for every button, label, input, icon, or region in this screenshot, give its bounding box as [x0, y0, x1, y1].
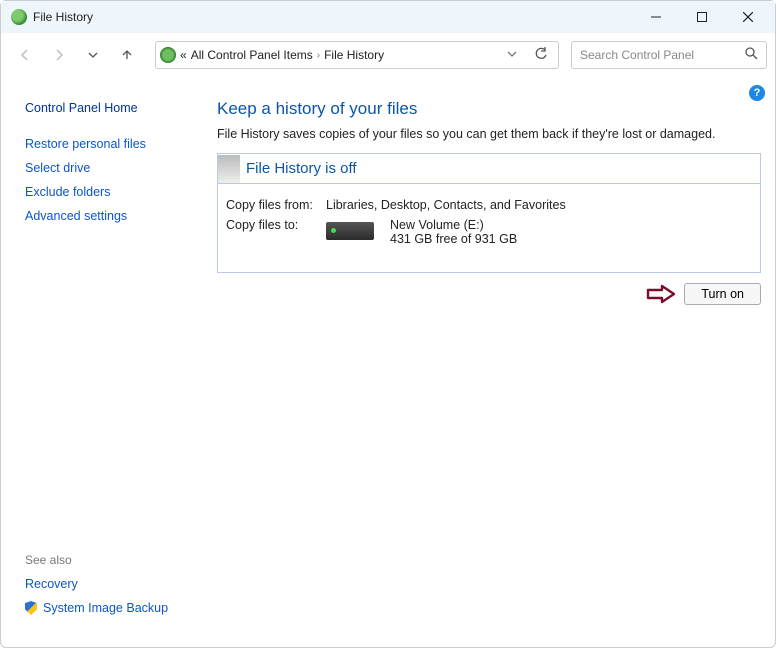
- close-button[interactable]: [725, 1, 771, 33]
- arrow-annotation-icon: [646, 284, 676, 304]
- system-image-backup-link[interactable]: System Image Backup: [25, 601, 211, 615]
- recovery-label: Recovery: [25, 577, 78, 591]
- maximize-button[interactable]: [679, 1, 725, 33]
- refresh-button[interactable]: [528, 47, 554, 64]
- page-heading: Keep a history of your files: [217, 99, 761, 119]
- titlebar: File History: [1, 1, 775, 33]
- sib-label: System Image Backup: [43, 601, 168, 615]
- sidebar-exclude-link[interactable]: Exclude folders: [25, 185, 211, 199]
- control-panel-icon: [160, 47, 176, 63]
- copy-from-label: Copy files from:: [226, 198, 326, 212]
- control-panel-home-link[interactable]: Control Panel Home: [25, 101, 211, 115]
- sidebar-select-drive-link[interactable]: Select drive: [25, 161, 211, 175]
- breadcrumb-prefix: «: [180, 48, 187, 62]
- search-placeholder: Search Control Panel: [580, 48, 694, 62]
- sidebar: Control Panel Home Restore personal file…: [1, 77, 211, 647]
- breadcrumb-item[interactable]: All Control Panel Items: [191, 48, 313, 62]
- up-button[interactable]: [111, 41, 143, 69]
- help-icon[interactable]: ?: [749, 85, 765, 101]
- breadcrumb-item[interactable]: File History: [324, 48, 384, 62]
- turn-on-button[interactable]: Turn on: [684, 283, 761, 305]
- address-dropdown-icon[interactable]: [500, 48, 524, 63]
- minimize-button[interactable]: [633, 1, 679, 33]
- drive-name: New Volume (E:): [390, 218, 517, 232]
- search-icon: [745, 47, 758, 63]
- sidebar-restore-link[interactable]: Restore personal files: [25, 137, 211, 151]
- status-text: File History is off: [246, 160, 357, 177]
- sidebar-advanced-link[interactable]: Advanced settings: [25, 209, 211, 223]
- address-bar[interactable]: « All Control Panel Items › File History: [155, 41, 559, 69]
- copy-to-label: Copy files to:: [226, 218, 326, 246]
- recent-dropdown[interactable]: [77, 41, 109, 69]
- forward-button[interactable]: [43, 41, 75, 69]
- window-title: File History: [33, 10, 93, 24]
- status-panel: File History is off Copy files from: Lib…: [217, 153, 761, 273]
- recovery-link[interactable]: Recovery: [25, 577, 211, 591]
- see-also-label: See also: [25, 553, 211, 567]
- search-input[interactable]: Search Control Panel: [571, 41, 767, 69]
- nav-row: « All Control Panel Items › File History…: [1, 33, 775, 77]
- page-description: File History saves copies of your files …: [217, 127, 761, 141]
- chevron-right-icon[interactable]: ›: [317, 50, 320, 61]
- shield-icon: [25, 601, 37, 615]
- status-icon: [218, 155, 240, 183]
- app-icon: [11, 9, 27, 25]
- drive-free: 431 GB free of 931 GB: [390, 232, 517, 246]
- back-button[interactable]: [9, 41, 41, 69]
- drive-icon: [326, 222, 374, 240]
- copy-from-value: Libraries, Desktop, Contacts, and Favori…: [326, 198, 566, 212]
- main-content: ? Keep a history of your files File Hist…: [211, 77, 775, 647]
